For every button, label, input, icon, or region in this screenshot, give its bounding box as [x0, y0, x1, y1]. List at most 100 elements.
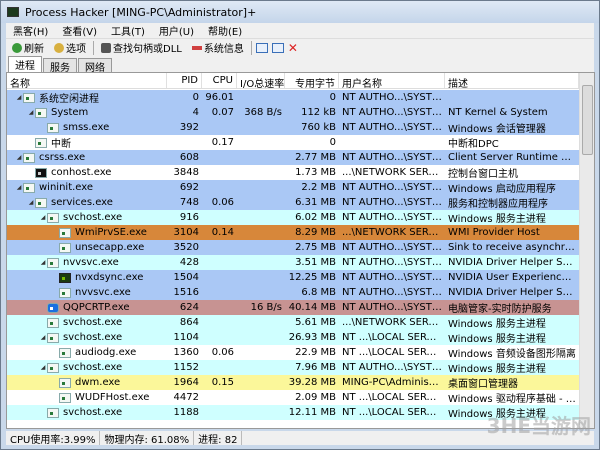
column-header: 名称 PID CPU I/O总速率 专用字节 用户名称 描述	[7, 73, 594, 89]
col-name[interactable]: 名称	[7, 73, 167, 88]
expand-arrow-icon[interactable]: ◢	[15, 154, 23, 161]
expand-arrow-icon[interactable]: ◢	[27, 199, 35, 206]
process-row[interactable]: ◢ svchost.exe 916 6.02 MB NT AUTHO...\SYSTEM…	[7, 210, 580, 225]
col-user[interactable]: 用户名称	[339, 73, 445, 88]
process-row[interactable]: WmiPrvSE.exe 3104 0.14 8.29 MB ...\NETWORK S…	[7, 225, 580, 240]
process-row[interactable]: nvvsvc.exe 1516 6.8 MB NT AUTHO...\SYSTEM NV…	[7, 285, 580, 300]
process-row[interactable]: ◢ nvvsvc.exe 428 3.51 MB NT AUTHO...\SYSTEM N…	[7, 255, 580, 270]
process-row[interactable]: unsecapp.exe 3520 2.75 MB NT AUTHO...\SYSTE…	[7, 240, 580, 255]
pid-cell: 692	[179, 182, 199, 193]
process-row[interactable]: ◢ 系统空闲进程 0 96.01 0 NT AUTHO...\SYSTEM	[7, 90, 580, 105]
user-name-cell: NT AUTHO...\SYSTEM	[342, 182, 445, 193]
description-cell: 控制台窗口主机	[448, 169, 518, 180]
user-name-cell: MING-PC\Administrat	[342, 377, 445, 388]
process-hacker-window: Process Hacker [MING-PC\Administrator]+ …	[0, 0, 600, 450]
cpu-cell: 0.06	[211, 347, 234, 358]
process-name-cell: 中断	[7, 135, 167, 150]
io-rate-cell: 368 B/s	[244, 107, 282, 118]
scrollbar-thumb[interactable]	[582, 85, 593, 155]
process-icon	[47, 332, 59, 343]
description-cell: Windows 驱动程序基础 - 用...	[448, 394, 579, 405]
tab-processes[interactable]: 进程	[8, 56, 42, 72]
menu-help[interactable]: 帮助(E)	[201, 23, 249, 38]
io-rate-cell: 16 B/s	[250, 302, 282, 313]
process-name-cell: smss.exe	[7, 122, 167, 133]
menu-view[interactable]: 查看(V)	[55, 23, 104, 38]
description-cell: 服务和控制器应用程序	[448, 199, 548, 210]
options-button[interactable]: 选项	[51, 40, 89, 55]
cpu-cell: 0.07	[211, 107, 234, 118]
process-row[interactable]: ◢ svchost.exe 1104 26.93 MB NT ...\LOCAL SER…	[7, 330, 580, 345]
col-cpu[interactable]: CPU	[202, 73, 237, 88]
menu-users[interactable]: 用户(U)	[152, 23, 201, 38]
tab-network[interactable]: 网络	[78, 58, 112, 74]
private-bytes-cell: 26.93 MB	[288, 332, 336, 343]
description-cell: Windows 音频设备图形隔离	[448, 349, 576, 360]
window-icon[interactable]	[255, 42, 268, 53]
user-name-cell: NT AUTHO...\SYSTEM	[342, 152, 445, 163]
col-pid[interactable]: PID	[167, 73, 202, 88]
process-name: unsecapp.exe	[75, 242, 145, 253]
process-name: svchost.exe	[63, 317, 123, 328]
col-description[interactable]: 描述	[445, 73, 579, 88]
private-bytes-cell: 6.31 MB	[295, 197, 336, 208]
process-name-cell: WUDFHost.exe	[7, 392, 167, 403]
process-icon	[59, 227, 71, 238]
process-name-cell: ◢ services.exe	[7, 197, 167, 208]
user-name-cell: NT ...\LOCAL SERVICE	[342, 347, 445, 358]
watermark: 3HE当游网	[486, 414, 591, 438]
expand-arrow-icon[interactable]: ◢	[39, 214, 47, 221]
process-row[interactable]: audiodg.exe 1360 0.06 22.9 MB NT ...\LOCAL S…	[7, 345, 580, 360]
description-cell: 电脑管家-实时防护服务	[448, 304, 552, 315]
process-row[interactable]: ◢ wininit.exe 692 2.2 MB NT AUTHO...\SYSTEM W…	[7, 180, 580, 195]
private-bytes-cell: 12.11 MB	[288, 407, 336, 418]
system-info-button[interactable]: 系统信息	[189, 40, 247, 55]
process-name-cell: ◢ 系统空闲进程	[7, 90, 167, 105]
user-name-cell: NT AUTHO...\SYSTEM	[342, 242, 445, 253]
col-private-bytes[interactable]: 专用字节	[285, 73, 339, 88]
process-row[interactable]: nvxdsync.exe 1504 12.25 MB NT AUTHO...\SYST…	[7, 270, 580, 285]
window-arrow-icon[interactable]	[271, 42, 284, 53]
terminate-icon[interactable]: ✕	[288, 41, 298, 55]
process-name: 中断	[51, 139, 71, 150]
process-row[interactable]: conhost.exe 3848 1.73 MB ...\NETWORK SERVIC…	[7, 165, 580, 180]
process-row[interactable]: ◢ System 4 0.07 368 B/s 112 kB NT AUTHO...\SYS…	[7, 105, 580, 120]
find-handles-button[interactable]: 查找句柄或DLL	[98, 40, 185, 55]
process-name: System	[51, 107, 89, 118]
process-row[interactable]: smss.exe 392 760 kB NT AUTHO...\SYSTEM Windo…	[7, 120, 580, 135]
process-icon	[47, 407, 59, 418]
process-name-cell: ◢ svchost.exe	[7, 212, 167, 223]
user-name-cell: NT AUTHO...\SYSTEM	[342, 122, 445, 133]
process-icon	[35, 107, 47, 118]
expand-arrow-icon[interactable]: ◢	[27, 109, 35, 116]
menu-tools[interactable]: 工具(T)	[104, 23, 152, 38]
process-name-cell: ◢ System	[7, 107, 167, 118]
expand-arrow-icon[interactable]: ◢	[39, 259, 47, 266]
user-name-cell: ...\NETWORK SERVICE	[342, 317, 445, 328]
expand-arrow-icon[interactable]: ◢	[15, 94, 23, 101]
pid-cell: 1360	[173, 347, 199, 358]
process-row[interactable]: dwm.exe 1964 0.15 39.28 MB MING-PC\Administr…	[7, 375, 580, 390]
process-row[interactable]: ◢ services.exe 748 0.06 6.31 MB NT AUTHO...\S…	[7, 195, 580, 210]
pid-cell: 916	[179, 212, 199, 223]
tab-services[interactable]: 服务	[43, 58, 77, 74]
expand-arrow-icon[interactable]: ◢	[15, 184, 23, 191]
process-icon	[23, 152, 35, 163]
refresh-button[interactable]: 刷新	[9, 40, 47, 55]
process-row[interactable]: ◢ csrss.exe 608 2.77 MB NT AUTHO...\SYSTEM Cl…	[7, 150, 580, 165]
process-row[interactable]: svchost.exe 864 5.61 MB ...\NETWORK SERVICE…	[7, 315, 580, 330]
vertical-scrollbar[interactable]	[579, 73, 594, 428]
col-io[interactable]: I/O总速率	[237, 73, 285, 88]
process-name-cell: svchost.exe	[7, 317, 167, 328]
process-row[interactable]: 中断 0.17 0 中断和DPC	[7, 135, 580, 150]
process-name-cell: ◢ csrss.exe	[7, 152, 167, 163]
process-row[interactable]: QQPCRTP.exe 624 16 B/s 40.14 MB NT AUTHO...\…	[7, 300, 580, 315]
description-cell: Windows 服务主进程	[448, 214, 546, 225]
process-name: svchost.exe	[63, 407, 123, 418]
process-row[interactable]: ◢ svchost.exe 1152 7.96 MB NT AUTHO...\SYSTE…	[7, 360, 580, 375]
process-name: services.exe	[51, 197, 113, 208]
expand-arrow-icon[interactable]: ◢	[39, 334, 47, 341]
process-row[interactable]: WUDFHost.exe 4472 2.09 MB NT ...\LOCAL SERV…	[7, 390, 580, 405]
menu-hacker[interactable]: 黑客(H)	[6, 23, 55, 38]
expand-arrow-icon[interactable]: ◢	[39, 364, 47, 371]
